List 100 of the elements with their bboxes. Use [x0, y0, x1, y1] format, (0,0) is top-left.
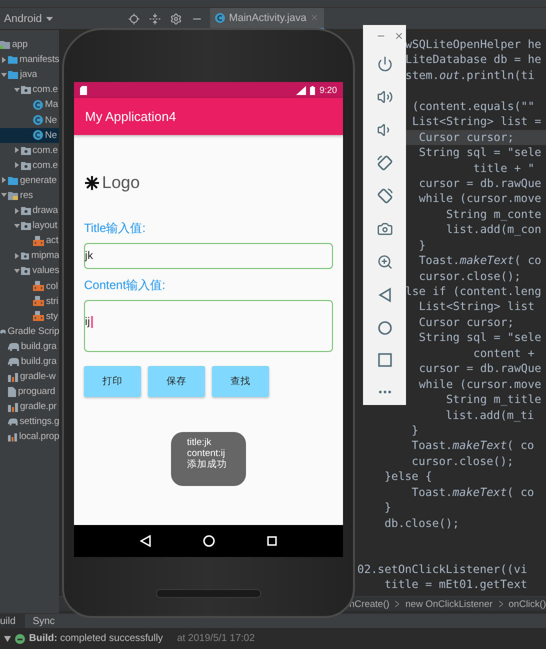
package-folder-icon	[20, 146, 30, 155]
input-field[interactable]: ij	[84, 300, 333, 352]
tree-item[interactable]: java	[0, 67, 60, 82]
power-icon[interactable]	[376, 56, 392, 72]
tree-item[interactable]: proguard	[0, 384, 60, 400]
locate-icon[interactable]	[128, 12, 140, 24]
tool-window-tab[interactable]: Sync	[32, 614, 64, 628]
tree-item[interactable]: local.prop	[0, 429, 60, 445]
tree-item[interactable]: Ne	[0, 128, 60, 143]
tree-item[interactable]: res	[0, 188, 60, 204]
code-line: stem.out.println(ti	[405, 68, 535, 82]
collapsed-arrow-icon[interactable]	[1, 56, 7, 63]
code-line: LiteDatabase db = he	[405, 53, 542, 66]
tree-item[interactable]: app	[0, 37, 60, 52]
bar-chart-icon	[8, 372, 18, 382]
module-folder-icon	[0, 40, 10, 50]
code-line: List<String> list =	[411, 115, 542, 128]
signal-icon	[296, 86, 306, 94]
tree-item[interactable]: build.gra	[0, 338, 60, 354]
breadcrumb-item[interactable]: onClick()	[508, 598, 546, 610]
code-line: (content.equals(""	[411, 100, 534, 113]
text-cursor	[90, 316, 93, 328]
expanded-arrow-icon[interactable]	[14, 268, 20, 274]
expanded-arrow-icon[interactable]	[14, 86, 20, 93]
toast-line: 添加成功	[187, 459, 228, 470]
code-line: }else {	[383, 470, 432, 484]
layout-file-icon	[33, 236, 44, 246]
status-time: 9:20	[319, 85, 337, 95]
package-folder-icon	[20, 221, 30, 230]
tree-item[interactable]: com.e	[0, 82, 60, 98]
file-icon	[8, 386, 16, 397]
bar-chart-icon	[8, 432, 18, 442]
expanded-arrow-icon[interactable]	[1, 72, 7, 78]
tree-item[interactable]: generate	[0, 172, 60, 188]
tree-item[interactable]: gradle.pr	[0, 399, 60, 414]
tree-item[interactable]: gradle-w	[0, 369, 60, 384]
field-label: Content输入值:	[84, 277, 166, 294]
package-folder-icon	[20, 85, 30, 94]
build-status-icon	[15, 634, 25, 644]
tree-item[interactable]: sty	[0, 308, 60, 324]
tree-item[interactable]: settings.g	[0, 414, 60, 430]
expanded-arrow-icon[interactable]	[4, 636, 11, 642]
tree-item[interactable]: col	[0, 278, 60, 294]
settings-icon[interactable]	[170, 12, 182, 24]
collapse-icon[interactable]	[149, 12, 161, 24]
action-button[interactable]: 查找	[212, 366, 269, 397]
code-line: cursor = db.rawQue	[418, 362, 542, 376]
tree-item[interactable]: values	[0, 263, 60, 278]
volume-up-icon[interactable]	[376, 89, 392, 105]
code-line: db.close();	[383, 516, 460, 530]
resource-folder-icon	[8, 190, 18, 200]
collapsed-arrow-icon[interactable]	[1, 177, 7, 184]
input-field[interactable]: jk	[84, 243, 333, 269]
tree-item[interactable]: stri	[0, 294, 60, 309]
code-line: cursor.close();	[418, 270, 521, 283]
collapsed-arrow-icon[interactable]	[14, 162, 20, 168]
package-folder-icon	[20, 251, 30, 260]
tree-item[interactable]: act	[0, 233, 60, 248]
sd-card-icon	[80, 86, 87, 94]
chevron-icon	[395, 601, 400, 607]
tree-item[interactable]: Ne	[0, 112, 60, 128]
snowflake-icon	[84, 175, 100, 191]
collapsed-arrow-icon[interactable]	[14, 147, 20, 154]
code-line: }	[383, 501, 392, 514]
tree-item[interactable]: Ma	[0, 97, 60, 112]
breadcrumb-item[interactable]: new OnClickListener	[405, 598, 493, 610]
expanded-arrow-icon[interactable]	[1, 192, 7, 198]
tree-item[interactable]: drawa	[0, 203, 60, 218]
code-line: content +	[472, 346, 534, 360]
rotate-right-icon[interactable]	[376, 188, 392, 204]
elephant-icon	[8, 357, 19, 366]
caret-icon[interactable]	[46, 16, 53, 20]
code-line: }	[410, 424, 418, 437]
tool-window-tab[interactable]: uild	[0, 614, 25, 628]
expanded-arrow-icon[interactable]	[14, 222, 20, 229]
tree-item[interactable]: build.gra	[0, 354, 60, 370]
collapsed-arrow-icon[interactable]	[14, 208, 20, 214]
camera-icon[interactable]	[376, 221, 392, 237]
code-line: String m_conte	[445, 208, 542, 221]
build-time: at 2019/5/1 17:02	[176, 633, 255, 644]
rotate-left-icon[interactable]	[376, 155, 392, 171]
editor-tab[interactable]: MainActivity.java	[210, 8, 324, 30]
layout-file-icon	[33, 311, 44, 322]
collapsed-arrow-icon[interactable]	[14, 252, 20, 259]
tree-item[interactable]: com.e	[0, 158, 60, 173]
code-line: 02.setOnClickListener((vi	[357, 562, 528, 576]
view-selector[interactable]: Android	[4, 12, 42, 24]
tree-item[interactable]: Gradle Scrip	[0, 324, 60, 339]
close-icon[interactable]	[394, 31, 404, 41]
tree-item[interactable]: manifests	[0, 52, 60, 68]
action-button[interactable]: 保存	[148, 366, 205, 397]
action-button[interactable]: 打印	[84, 366, 141, 397]
tree-item[interactable]: layout	[0, 218, 60, 234]
tree-item[interactable]: com.e	[0, 142, 60, 158]
breadcrumb-item[interactable]: nCreate()	[349, 598, 390, 610]
zoom-icon[interactable]	[376, 254, 392, 270]
tree-item[interactable]: mipma	[0, 248, 60, 264]
code-line: String sql = "sele	[418, 331, 542, 344]
code-line: title = mEt01.getText	[383, 578, 528, 592]
code-line: Cursor cursor;	[418, 130, 514, 144]
